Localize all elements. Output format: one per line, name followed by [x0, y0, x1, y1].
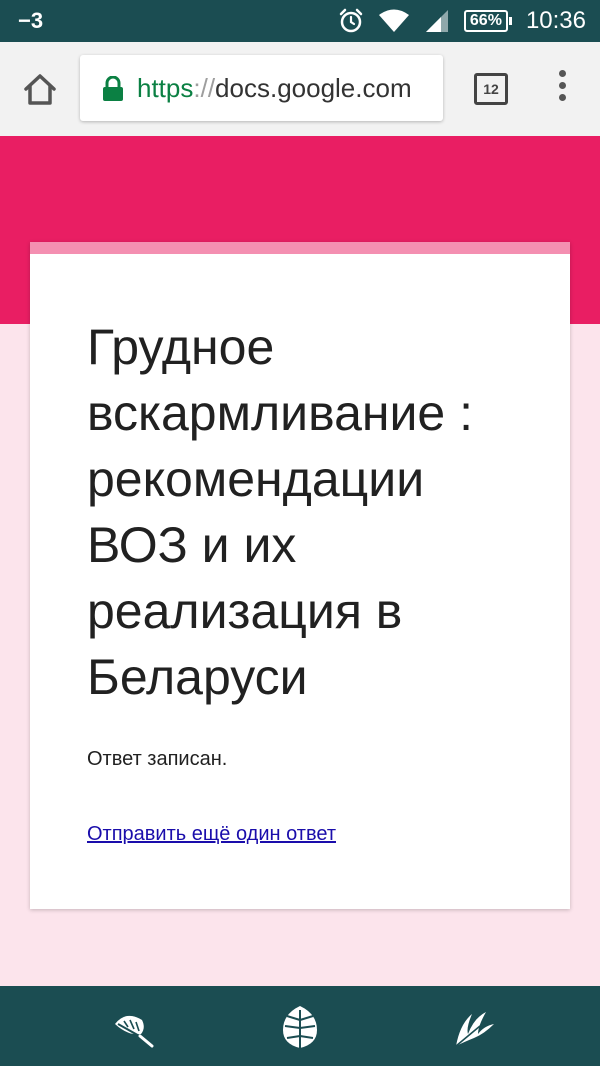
- battery-icon: 66%: [463, 10, 512, 32]
- menu-dot: [558, 94, 566, 101]
- notification-indicator: −3: [18, 8, 44, 33]
- url-scheme: https: [137, 73, 194, 103]
- menu-dot: [558, 82, 566, 89]
- feather-leaf-icon[interactable]: [110, 1004, 156, 1050]
- monstera-leaf-icon[interactable]: [277, 1004, 323, 1050]
- signal-icon: [425, 10, 448, 32]
- status-icons: 66% 10:36: [324, 0, 586, 42]
- form-title: Грудное вскармливание : рекомендации ВОЗ…: [87, 319, 474, 705]
- status-bar: −3 66% 10:36: [0, 0, 600, 42]
- bottom-navigation-bar: [0, 986, 600, 1066]
- alarm-icon: [339, 8, 363, 33]
- url-text[interactable]: https://docs.google.com: [137, 73, 412, 103]
- response-recorded-text: Ответ записан.: [87, 748, 228, 770]
- tab-switcher-button[interactable]: 12: [474, 73, 508, 105]
- submit-another-response-link[interactable]: Отправить ещё один ответ: [87, 822, 336, 846]
- battery-level: 66%: [463, 10, 508, 32]
- battery-tip: [508, 17, 512, 25]
- url-separator: ://: [193, 73, 216, 103]
- browser-toolbar: https://docs.google.com 12: [0, 42, 600, 136]
- url-host: docs.google.com: [215, 73, 412, 103]
- menu-dot: [558, 70, 566, 77]
- palm-leaf-icon[interactable]: [450, 1004, 496, 1050]
- overflow-menu-icon[interactable]: [550, 70, 574, 106]
- home-icon[interactable]: [20, 70, 60, 110]
- address-bar[interactable]: https://docs.google.com: [80, 55, 443, 121]
- wifi-icon: [378, 9, 409, 32]
- form-card: Грудное вскармливание : рекомендации ВОЗ…: [30, 242, 570, 909]
- clock: 10:36: [525, 7, 586, 34]
- lock-icon: [103, 76, 123, 101]
- card-accent-strip: [30, 242, 570, 254]
